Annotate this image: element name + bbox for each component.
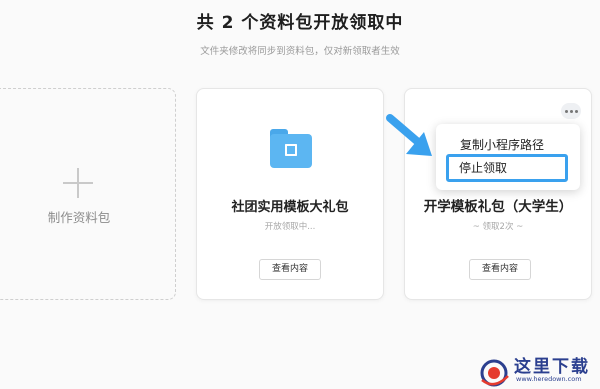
package-status: 开放领取中... [264, 222, 316, 232]
create-package-card[interactable]: 制作资料包 [0, 88, 176, 300]
menu-item-copy-mini-program-path[interactable]: 复制小程序路径 [460, 136, 544, 153]
watermark-logo-icon [480, 359, 509, 387]
create-package-label: 制作资料包 [47, 210, 111, 225]
package-name: 开学模板礼包（大学生） [423, 199, 573, 215]
site-watermark: 这里下载 www.heredown.com [472, 352, 600, 389]
more-options-icon[interactable] [561, 103, 581, 119]
page-title: 共 2 个资料包开放领取中 [196, 13, 404, 33]
view-content-button[interactable]: 查看内容 [469, 259, 531, 280]
folder-qr-icon [270, 129, 312, 169]
page-subtitle: 文件夹修改将同步到资料包，仅对新领取者生效 [200, 46, 400, 57]
plus-icon [60, 165, 96, 201]
menu-item-stop-receiving[interactable]: 停止领取 [446, 154, 568, 182]
watermark-url: www.heredown.com [516, 375, 582, 383]
package-card-club-templates[interactable]: 社团实用模板大礼包 开放领取中... 查看内容 [196, 88, 384, 300]
pointer-arrow-icon [386, 114, 432, 156]
view-content-button[interactable]: 查看内容 [259, 259, 321, 280]
page-header: 共 2 个资料包开放领取中 文件夹修改将同步到资料包，仅对新领取者生效 [0, 8, 600, 57]
package-status: ~ 领取2次 ~ [472, 222, 524, 232]
package-options-menu: 复制小程序路径 停止领取 [436, 124, 580, 190]
package-name: 社团实用模板大礼包 [231, 200, 349, 215]
watermark-brand: 这里下载 [514, 357, 590, 377]
